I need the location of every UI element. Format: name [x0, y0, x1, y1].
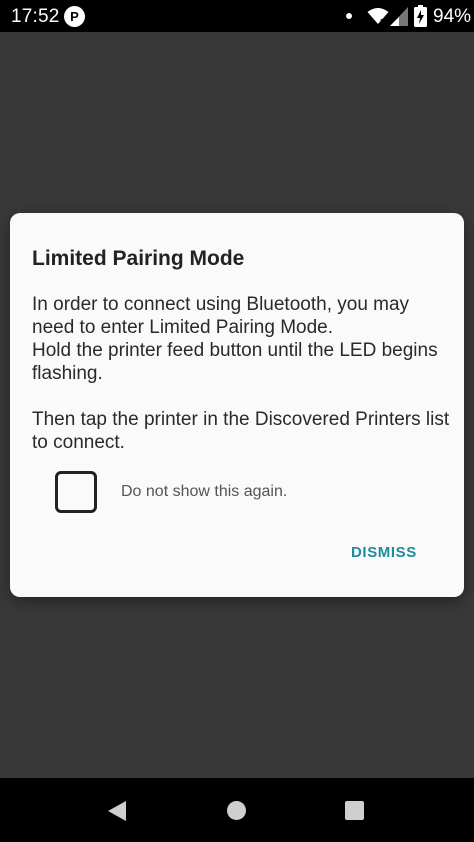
status-time: 17:52	[11, 6, 60, 27]
do-not-show-again-checkbox[interactable]	[55, 471, 97, 513]
navigation-bar	[0, 778, 474, 842]
checkbox-label: Do not show this again.	[121, 483, 288, 500]
home-icon[interactable]	[227, 801, 246, 820]
battery-percentage: 94%	[433, 6, 472, 27]
dialog-message: In order to connect using Bluetooth, you…	[32, 294, 450, 453]
battery-charging-icon	[414, 5, 427, 27]
status-bar: 17:52 P 5 94%	[0, 0, 474, 32]
app-notification-icon: P	[64, 6, 85, 27]
recents-icon[interactable]	[345, 801, 364, 820]
limited-pairing-dialog: Limited Pairing Mode In order to connect…	[10, 213, 464, 597]
notification-dot-icon	[346, 13, 352, 19]
dismiss-button[interactable]: DISMISS	[343, 538, 425, 567]
dialog-title: Limited Pairing Mode	[32, 247, 245, 270]
wifi-icon: 5	[367, 8, 389, 25]
back-icon[interactable]	[107, 800, 127, 822]
svg-text:5: 5	[380, 18, 384, 25]
signal-icon	[390, 7, 408, 26]
